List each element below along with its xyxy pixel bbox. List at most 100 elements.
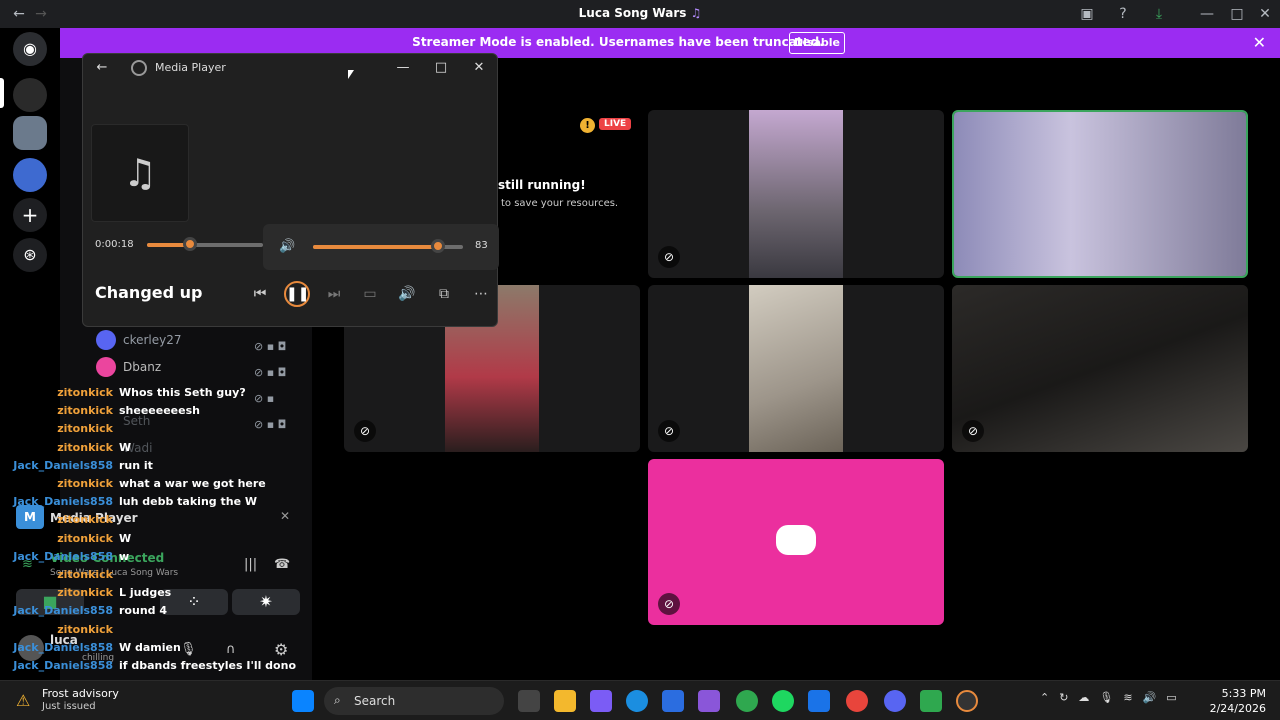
copilot-icon[interactable] [590,690,612,712]
chat-text: round 4 [119,604,168,617]
video-tile-avatar[interactable]: ⊘ [648,459,944,625]
spotify-icon[interactable] [772,690,794,712]
search-icon: ⌕ [334,693,341,707]
progress-slider[interactable] [147,237,263,251]
app-icon[interactable] [698,690,720,712]
chat-username: Jack_Daniels858 [13,641,113,654]
chat-message: Jack_Daniels858 w [13,550,130,566]
live-badge: LIVE [599,118,632,130]
discord-icon[interactable] [884,690,906,712]
mic-muted-icon: ⊘ [658,593,680,615]
previous-icon[interactable]: ⏮ [247,281,273,307]
maximize-icon[interactable]: □ [426,58,456,78]
app-icon[interactable] [920,690,942,712]
maximize-icon[interactable]: □ [1228,5,1246,23]
activity-icon: M [16,505,44,529]
mic-muted-icon: ⊘ [354,420,376,442]
chat-username: Jack_Daniels858 [13,550,113,563]
video-tile-speaking[interactable] [952,110,1248,278]
chat-username: zitonkick [57,422,113,435]
video-tile[interactable]: ⊘ [648,110,944,278]
store-icon[interactable] [662,690,684,712]
clock-time[interactable]: 5:33 PM [1196,687,1266,700]
member-status-icons: ⊘ ▪ ◘ ⊘ ▪ ◘ ⊘ ▪ ⊘ ▪ ◘ [254,334,286,438]
more-icon[interactable]: ⋯ [468,281,494,307]
settings-icon[interactable]: ⚙ [274,640,288,659]
chat-message: Jack_Daniels858 run it [13,459,153,475]
avatar [96,357,116,377]
volume-flyout: 🔊 83 [263,224,499,270]
media-player-icon[interactable] [956,690,978,712]
media-player-window: ← Media Player — □ ✕ ♫ 0:00:18 🔊 83 Chan… [82,53,499,327]
caption-icon[interactable]: ▭ [357,281,383,307]
video-tile[interactable]: ⊘ [952,285,1248,452]
windows-start-icon[interactable] [292,690,314,712]
chat-text: W damien [119,641,181,654]
disconnect-icon[interactable]: ☎ [274,557,290,572]
chat-text: what a war we got here [119,477,266,490]
clock-date[interactable]: 2/24/2026 [1196,702,1266,715]
search-label: Search [354,694,396,708]
weather-warning-icon[interactable]: ⚠ [16,691,30,710]
mic-muted-icon: ⊘ [962,420,984,442]
add-server-icon[interactable]: + [13,198,47,232]
server-icon[interactable] [13,116,47,150]
discord-home-icon[interactable]: ◉ [13,32,47,66]
volume-handle[interactable] [430,239,445,253]
task-view-icon[interactable] [518,690,540,712]
headphones-icon[interactable]: ∩ [226,642,236,657]
xbox-icon[interactable] [736,690,758,712]
chat-text: W [119,441,132,454]
chat-message: Jack_Daniels858 round 4 [13,604,168,620]
volume-icon[interactable]: 🔊 [279,239,295,254]
inbox-icon[interactable]: ▣ [1078,5,1096,23]
elapsed-time: 0:00:18 [95,239,134,250]
weather-title[interactable]: Frost advisory [42,687,119,700]
help-icon[interactable]: ? [1114,5,1132,23]
chrome-icon[interactable] [846,690,868,712]
pause-icon[interactable]: ❚❚ [284,281,310,307]
discord-logo-icon [776,525,816,555]
chat-text: w [119,550,130,563]
volume-icon[interactable]: 🔊 [394,281,420,307]
participant-video [749,285,843,452]
mail-icon[interactable] [808,690,830,712]
close-icon[interactable]: ✕ [1253,33,1266,52]
microphone-icon[interactable]: 🎙 [180,642,197,657]
soundboard-icon[interactable]: ||| [244,557,257,572]
chat-username: Jack_Daniels858 [13,459,113,472]
next-icon[interactable]: ⏭ [321,281,347,307]
video-tile[interactable]: ⊘ [648,285,944,452]
volume-slider[interactable] [313,239,463,253]
discover-icon[interactable]: ⊛ [13,238,47,272]
chat-username: Jack_Daniels858 [13,659,113,672]
system-tray-icons[interactable]: ⌃↻☁🎙≋🔊▭ [1040,691,1187,704]
minimize-icon[interactable]: — [388,58,418,78]
progress-handle[interactable] [182,237,197,251]
search-box[interactable]: ⌕ Search [324,687,504,715]
mini-player-icon[interactable]: ⧉ [431,281,457,307]
chat-text: W [119,532,132,545]
chat-message: zitonkick W [57,532,132,548]
music-note-icon: ♫ [122,151,158,195]
chat-message: zitonkick L judges [57,586,171,602]
close-icon[interactable]: ✕ [464,58,494,78]
participant-video [954,112,1246,276]
edge-icon[interactable] [626,690,648,712]
effects-button[interactable]: ✷ [232,589,300,615]
download-icon[interactable]: ⤓ [1150,5,1168,23]
back-arrow-icon[interactable]: ← [87,58,117,78]
server-icon[interactable] [13,78,47,112]
server-icon[interactable] [13,158,47,192]
file-explorer-icon[interactable] [554,690,576,712]
chat-username: zitonkick [57,586,113,599]
close-icon[interactable]: ✕ [1256,5,1274,23]
window-title: Media Player [155,61,226,74]
disable-button[interactable]: Disable [789,32,845,54]
close-activity-icon[interactable]: ✕ [280,509,290,523]
chat-message: zitonkick what a war we got here [57,477,266,493]
mouse-cursor [348,70,357,79]
minimize-icon[interactable]: — [1198,5,1216,23]
chat-message: zitonkick Whos this Seth guy? [57,386,245,402]
mic-muted-icon: ⊘ [658,420,680,442]
